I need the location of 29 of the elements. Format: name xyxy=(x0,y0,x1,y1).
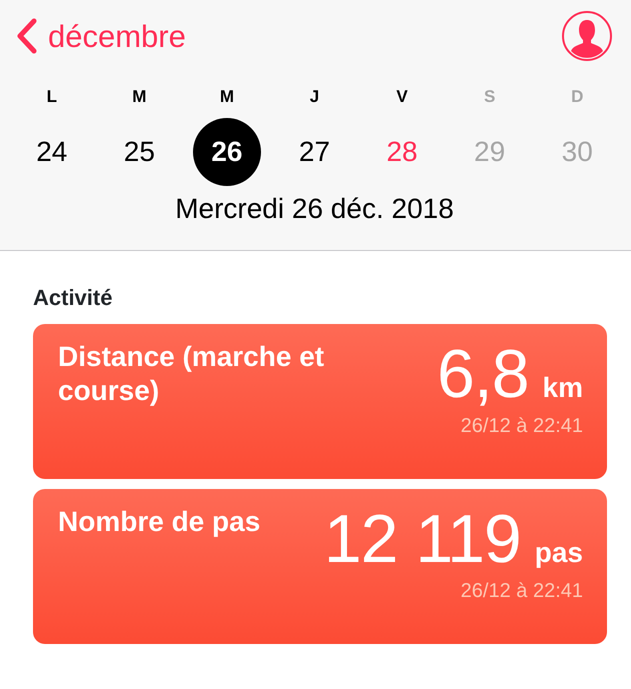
weekday-label: D xyxy=(571,86,584,108)
profile-icon[interactable] xyxy=(561,10,613,62)
weekday-label: M xyxy=(132,86,146,108)
weekday-label: L xyxy=(46,86,57,108)
day-button[interactable]: 26 xyxy=(192,118,261,186)
timestamp: 26/12 à 22:41 xyxy=(460,415,583,437)
day-button[interactable]: 30 xyxy=(543,118,612,186)
weekday-label: V xyxy=(396,86,408,108)
metric-label: Nombre de pas xyxy=(58,505,260,539)
metric-value: 6,8 xyxy=(437,340,529,408)
weekday-label: M xyxy=(220,86,234,108)
back-chevron-icon xyxy=(16,18,38,54)
day-button[interactable]: 28 xyxy=(368,118,436,186)
metric-card[interactable]: Distance (marche et course) 6,8 km 26/12 à 22:41 xyxy=(33,324,607,479)
metric-value: 12 119 xyxy=(324,505,521,573)
day-button[interactable]: 27 xyxy=(280,118,348,186)
metric-label: Distance (marche et course) xyxy=(58,340,326,408)
selected-date: Mercredi 26 déc. 2018 xyxy=(174,192,455,226)
day-button[interactable]: 29 xyxy=(456,118,524,186)
weekday-label: S xyxy=(484,86,496,108)
section-title: Activité xyxy=(33,284,114,312)
metric-unit: pas xyxy=(534,536,583,570)
metric-card[interactable]: Nombre de pas 12 119 pas 26/12 à 22:41 xyxy=(33,489,607,644)
day-button[interactable]: 24 xyxy=(18,118,86,186)
weekday-label: J xyxy=(310,86,320,108)
timestamp: 26/12 à 22:41 xyxy=(460,580,583,602)
back-link[interactable]: décembre xyxy=(16,18,186,54)
metric-unit: km xyxy=(542,371,583,405)
day-button[interactable]: 25 xyxy=(105,118,174,186)
